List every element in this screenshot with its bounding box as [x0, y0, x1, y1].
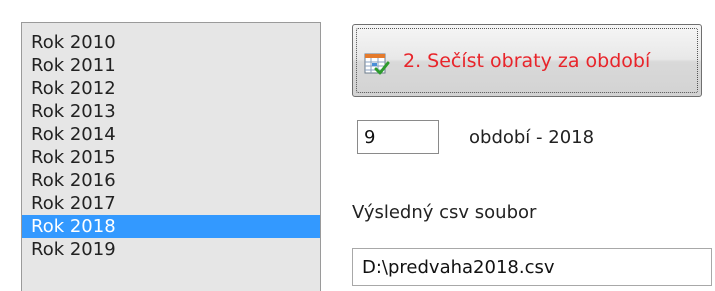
list-item[interactable]: Rok 2011: [22, 54, 320, 77]
list-item[interactable]: Rok 2019: [22, 238, 320, 261]
list-item[interactable]: Rok 2012: [22, 77, 320, 100]
period-input[interactable]: [357, 120, 439, 154]
list-item[interactable]: Rok 2015: [22, 146, 320, 169]
output-file-input[interactable]: [352, 248, 712, 286]
sum-turnover-button[interactable]: 2. Sečíst obraty za období: [352, 24, 702, 97]
output-file-label: Výsledný csv soubor: [352, 202, 537, 223]
list-item[interactable]: Rok 2014: [22, 123, 320, 146]
sum-turnover-button-label: 2. Sečíst obraty za období: [403, 50, 651, 72]
spreadsheet-check-icon: [364, 52, 390, 76]
list-item[interactable]: Rok 2013: [22, 100, 320, 123]
list-item[interactable]: Rok 2016: [22, 169, 320, 192]
year-listbox[interactable]: Rok 2010 Rok 2011 Rok 2012 Rok 2013 Rok …: [21, 22, 321, 291]
period-label: období - 2018: [469, 127, 595, 148]
list-item[interactable]: Rok 2010: [22, 31, 320, 54]
list-item[interactable]: Rok 2017: [22, 192, 320, 215]
list-item-selected[interactable]: Rok 2018: [22, 215, 320, 238]
